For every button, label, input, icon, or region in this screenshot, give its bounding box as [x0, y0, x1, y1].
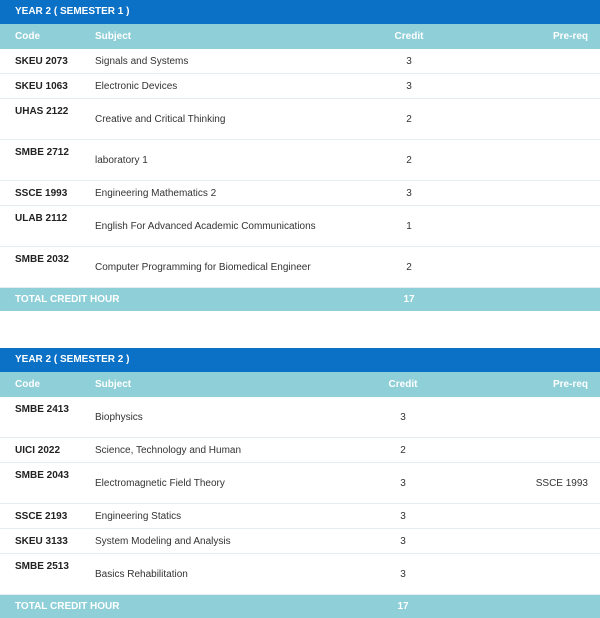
course-code: SKEU 3133	[15, 536, 68, 547]
total-credit-row: TOTAL CREDIT HOUR 17	[0, 288, 600, 311]
course-code: SMBE 2032	[15, 254, 69, 265]
table-row: SKEU 1063 Electronic Devices 3	[0, 74, 600, 99]
course-subject: laboratory 1	[95, 155, 148, 166]
code-header: Code	[15, 379, 40, 390]
course-credit: 2	[406, 114, 412, 125]
course-credit: 3	[406, 188, 412, 199]
table-header: Code Subject Credit Pre-req	[0, 372, 600, 397]
table-row: UICI 2022 Science, Technology and Human …	[0, 438, 600, 463]
semester-2-title: YEAR 2 ( SEMESTER 2 )	[0, 348, 600, 372]
course-subject: Science, Technology and Human	[95, 445, 242, 456]
course-subject: Basics Rehabilitation	[95, 569, 188, 580]
semester-1-title: YEAR 2 ( SEMESTER 1 )	[0, 0, 600, 24]
course-subject: Biophysics	[95, 412, 143, 423]
course-credit: 3	[400, 478, 406, 489]
total-credit-label: TOTAL CREDIT HOUR	[15, 294, 120, 305]
table-row: SMBE 2032 Computer Programming for Biome…	[0, 247, 600, 288]
table-row: SMBE 2413 Biophysics 3	[0, 397, 600, 438]
prereq-header: Pre-req	[552, 379, 588, 390]
semester-1-table: YEAR 2 ( SEMESTER 1 ) Code Subject Credi…	[0, 0, 600, 311]
course-credit: 3	[400, 412, 406, 423]
total-credit-row: TOTAL CREDIT HOUR 17	[0, 595, 600, 618]
table-row: UHAS 2122 Creative and Critical Thinking…	[0, 99, 600, 140]
course-credit: 2	[406, 262, 412, 273]
total-credit-value: 17	[403, 294, 415, 305]
course-code: SMBE 2043	[15, 470, 69, 481]
course-code: UICI 2022	[15, 445, 61, 456]
course-code: UHAS 2122	[15, 106, 69, 117]
course-subject: Electronic Devices	[95, 81, 178, 92]
course-code: ULAB 2112	[15, 213, 68, 224]
course-prereq: SSCE 1993	[535, 478, 588, 489]
table-row: SSCE 1993 Engineering Mathematics 2 3	[0, 181, 600, 206]
code-header: Code	[15, 31, 40, 42]
course-code: SSCE 1993	[15, 188, 68, 199]
semester-2-table: YEAR 2 ( SEMESTER 2 ) Code Subject Credi…	[0, 348, 600, 618]
course-credit: 3	[400, 569, 406, 580]
table-row: SMBE 2043 Electromagnetic Field Theory 3…	[0, 463, 600, 504]
total-credit-label: TOTAL CREDIT HOUR	[15, 601, 120, 612]
subject-header: Subject	[95, 379, 132, 390]
credit-header: Credit	[394, 31, 424, 42]
course-subject: Engineering Statics	[95, 511, 182, 522]
course-credit: 3	[406, 81, 412, 92]
course-code: SKEU 2073	[15, 56, 68, 67]
course-subject: Engineering Mathematics 2	[95, 188, 217, 199]
course-credit: 1	[406, 221, 412, 232]
course-credit: 3	[400, 511, 406, 522]
table-row: SKEU 3133 System Modeling and Analysis 3	[0, 529, 600, 554]
subject-header: Subject	[95, 31, 132, 42]
table-row: SMBE 2513 Basics Rehabilitation 3	[0, 554, 600, 595]
course-subject: System Modeling and Analysis	[95, 536, 231, 547]
table-row: SKEU 2073 Signals and Systems 3	[0, 49, 600, 74]
course-subject: English For Advanced Academic Communicat…	[95, 221, 316, 232]
course-subject: Signals and Systems	[95, 56, 189, 67]
course-credit: 3	[406, 56, 412, 67]
table-row: ULAB 2112 English For Advanced Academic …	[0, 206, 600, 247]
course-code: SMBE 2513	[15, 561, 69, 572]
course-code: SMBE 2413	[15, 404, 69, 415]
course-subject: Electromagnetic Field Theory	[95, 478, 225, 489]
course-credit: 2	[400, 445, 406, 456]
total-credit-value: 17	[397, 601, 409, 612]
credit-header: Credit	[388, 379, 418, 390]
course-credit: 3	[400, 536, 406, 547]
course-code: SSCE 2193	[15, 511, 68, 522]
prereq-header: Pre-req	[552, 31, 588, 42]
course-code: SKEU 1063	[15, 81, 68, 92]
table-row: SSCE 2193 Engineering Statics 3	[0, 504, 600, 529]
course-subject: Computer Programming for Biomedical Engi…	[95, 262, 311, 273]
table-row: SMBE 2712 laboratory 1 2	[0, 140, 600, 181]
course-credit: 2	[406, 155, 412, 166]
table-header: Code Subject Credit Pre-req	[0, 24, 600, 49]
course-code: SMBE 2712	[15, 147, 69, 158]
course-subject: Creative and Critical Thinking	[95, 114, 226, 125]
